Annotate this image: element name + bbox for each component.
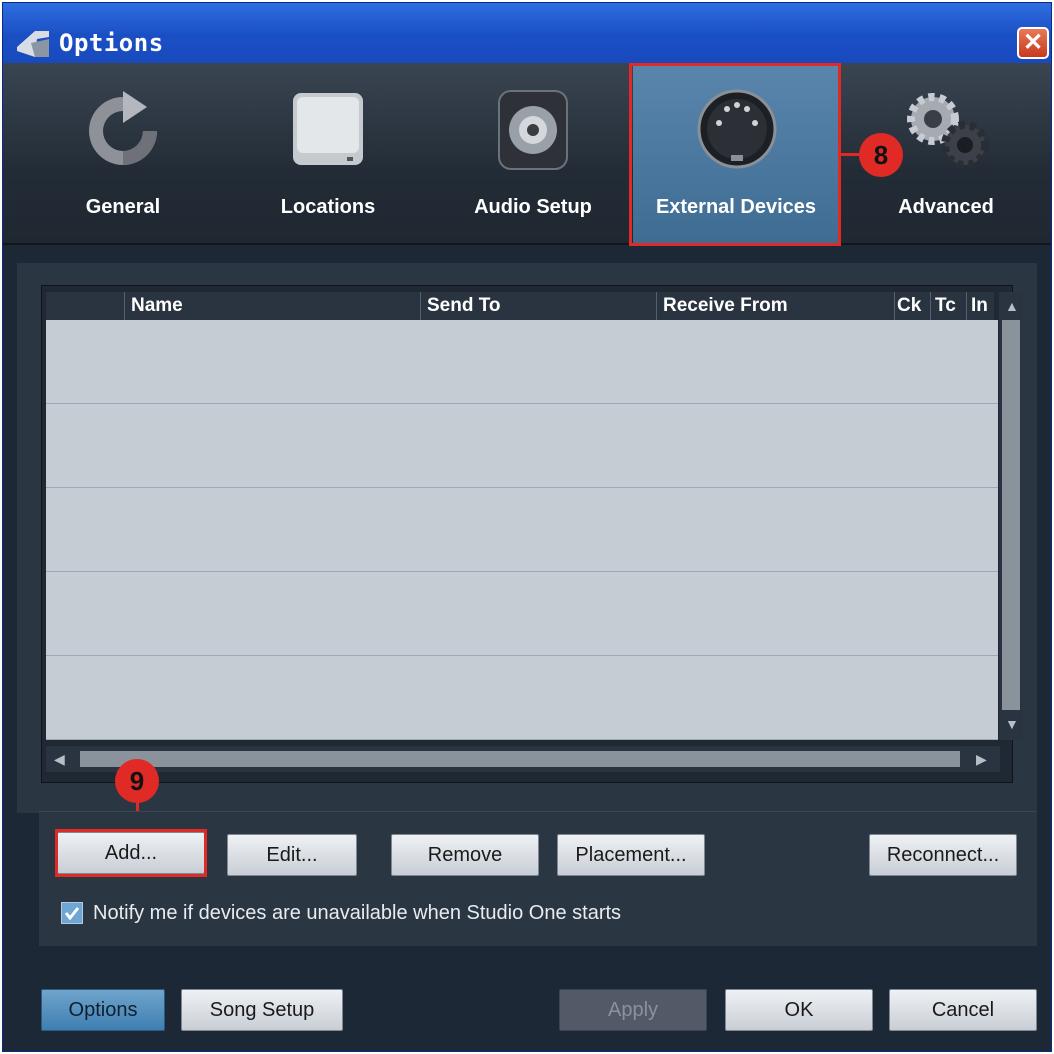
tab-label: Advanced <box>898 196 994 218</box>
scroll-left-icon[interactable]: ◀ <box>54 751 65 768</box>
tab-label: Audio Setup <box>474 196 592 218</box>
horizontal-scrollbar[interactable]: ◀ ▶ <box>46 746 1000 772</box>
refresh-icon <box>89 91 157 165</box>
table-row[interactable] <box>46 320 998 404</box>
notify-label[interactable]: Notify me if devices are unavailable whe… <box>93 902 621 925</box>
scroll-right-icon[interactable]: ▶ <box>976 751 987 768</box>
app-icon <box>17 31 49 57</box>
table-row[interactable] <box>46 656 998 740</box>
column-ck[interactable]: Ck <box>894 292 930 320</box>
scroll-down-icon[interactable]: ▼ <box>1005 716 1019 732</box>
apply-button[interactable]: Apply <box>559 989 707 1031</box>
speaker-icon <box>498 90 568 170</box>
remove-button[interactable]: Remove <box>391 834 539 876</box>
vertical-scroll-thumb[interactable] <box>1002 320 1020 710</box>
column-name[interactable]: Name <box>124 292 420 320</box>
window-title: Options <box>59 29 164 57</box>
table-body <box>46 320 998 740</box>
options-tab-button[interactable]: Options <box>41 989 165 1031</box>
column-send-to[interactable]: Send To <box>420 292 656 320</box>
tab-label: Locations <box>280 196 376 218</box>
vertical-scrollbar[interactable]: ▲ ▼ <box>999 292 1023 740</box>
song-setup-button[interactable]: Song Setup <box>181 989 343 1031</box>
close-icon: ✕ <box>1022 29 1044 56</box>
ok-button[interactable]: OK <box>725 989 873 1031</box>
callout-badge-8: 8 <box>859 133 903 177</box>
devices-panel: Name Send To Receive From Ck Tc In ▲ ▼ ◀ <box>17 263 1037 813</box>
callout-badge-9: 9 <box>115 759 159 803</box>
notify-checkbox[interactable] <box>61 902 83 924</box>
tab-locations[interactable]: Locations <box>253 63 403 243</box>
checkmark-icon <box>64 907 80 921</box>
column-in[interactable]: In <box>966 292 998 320</box>
options-window: Options ✕ General Locations Audio Setup … <box>2 2 1052 1052</box>
scroll-up-icon[interactable]: ▲ <box>1005 298 1019 314</box>
column-receive-from[interactable]: Receive From <box>656 292 894 320</box>
table-row[interactable] <box>46 404 998 488</box>
highlight-box-external-devices <box>629 63 841 246</box>
table-row[interactable] <box>46 572 998 656</box>
close-button[interactable]: ✕ <box>1017 27 1049 59</box>
cancel-button[interactable]: Cancel <box>889 989 1037 1031</box>
gears-icon <box>907 93 989 169</box>
table-row[interactable] <box>46 488 998 572</box>
hard-drive-icon <box>293 93 363 165</box>
table-header: Name Send To Receive From Ck Tc In <box>46 292 994 320</box>
edit-button[interactable]: Edit... <box>227 834 357 876</box>
horizontal-scroll-thumb[interactable] <box>80 751 960 767</box>
tab-audio-setup[interactable]: Audio Setup <box>453 63 613 243</box>
devices-table: Name Send To Receive From Ck Tc In ▲ ▼ ◀ <box>41 285 1023 783</box>
highlight-box-add <box>55 829 207 877</box>
callout-line <box>841 153 861 156</box>
column-tc[interactable]: Tc <box>930 292 966 320</box>
placement-button[interactable]: Placement... <box>557 834 705 876</box>
reconnect-button[interactable]: Reconnect... <box>869 834 1017 876</box>
tab-label: General <box>85 196 161 218</box>
tab-general[interactable]: General <box>43 63 203 243</box>
